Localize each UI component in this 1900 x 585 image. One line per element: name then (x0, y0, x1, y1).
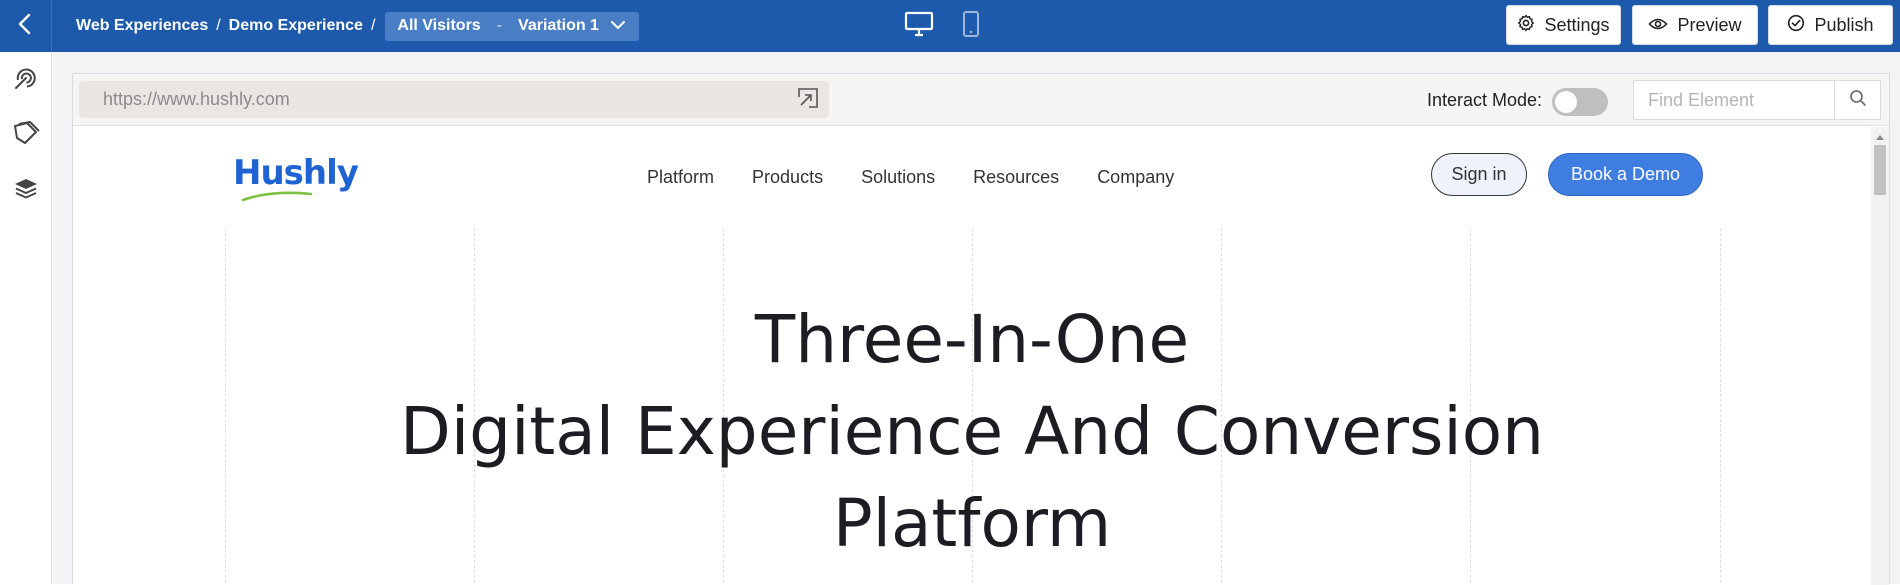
hero-line: Three-In-One (754, 301, 1190, 378)
chevron-left-icon (16, 13, 36, 40)
breadcrumb-demo-experience[interactable]: Demo Experience (229, 17, 363, 35)
eye-icon (1648, 15, 1669, 36)
left-rail (0, 52, 52, 584)
site-nav-item-resources[interactable]: Resources (973, 167, 1059, 188)
book-demo-button[interactable]: Book a Demo (1548, 153, 1703, 196)
site-nav-item-solutions[interactable]: Solutions (861, 167, 935, 188)
toggle-knob (1555, 91, 1577, 113)
url-toolbar: https://www.hushly.com Interact Mode: (73, 74, 1889, 126)
variant-select[interactable]: All Visitors - Variation 1 (385, 11, 639, 41)
gear-icon (1517, 14, 1535, 37)
variant-dash: - (496, 17, 503, 34)
publish-button[interactable]: Publish (1768, 5, 1893, 45)
hero-line: Platform (832, 485, 1112, 562)
site-logo[interactable]: Hushly (233, 153, 359, 193)
chevron-down-icon (599, 17, 625, 35)
interact-mode-toggle[interactable] (1552, 88, 1608, 116)
tags-icon (12, 120, 40, 151)
find-element-box (1633, 80, 1881, 120)
site-preview: Hushly Platform Products Solutions Resou… (73, 127, 1871, 585)
logo-swoosh-icon (241, 189, 313, 207)
open-url-button[interactable] (795, 87, 821, 113)
mobile-view-button[interactable] (956, 0, 986, 52)
search-icon (1849, 89, 1867, 112)
breadcrumb-web-experiences[interactable]: Web Experiences (76, 17, 208, 35)
breadcrumb-separator: / (370, 17, 376, 34)
sign-in-button[interactable]: Sign in (1431, 153, 1527, 196)
variant-variation: Variation 1 (518, 17, 599, 34)
layers-button[interactable] (0, 171, 52, 211)
site-nav: Platform Products Solutions Resources Co… (647, 167, 1174, 188)
variant-audience: All Visitors (397, 17, 481, 34)
top-bar: Web Experiences / Demo Experience / All … (0, 0, 1900, 52)
find-element-button[interactable] (1834, 81, 1880, 119)
mobile-icon (962, 10, 980, 43)
preview-label: Preview (1677, 14, 1742, 35)
targeting-button[interactable] (0, 60, 52, 100)
breadcrumb: Web Experiences / Demo Experience / All … (76, 0, 639, 52)
tags-button[interactable] (0, 115, 52, 155)
site-nav-item-company[interactable]: Company (1097, 167, 1174, 188)
hero-heading: Three-In-One Digital Experience And Conv… (73, 294, 1871, 570)
settings-label: Settings (1544, 14, 1610, 35)
back-button[interactable] (0, 0, 52, 52)
interact-mode-label: Interact Mode: (1427, 89, 1543, 110)
preview-frame: https://www.hushly.com Interact Mode: Fi… (72, 73, 1890, 585)
breadcrumb-separator: / (216, 17, 221, 34)
preview-button[interactable]: Preview (1632, 5, 1758, 45)
url-field[interactable]: https://www.hushly.com (79, 81, 829, 118)
desktop-view-button[interactable] (900, 0, 938, 52)
url-text: https://www.hushly.com (103, 89, 290, 109)
site-nav-item-platform[interactable]: Platform (647, 167, 714, 188)
open-external-icon (797, 87, 819, 114)
check-circle-icon (1787, 14, 1805, 37)
preview-scrollbar[interactable] (1871, 127, 1889, 585)
desktop-icon (904, 11, 934, 42)
scroll-up-arrow[interactable] (1871, 131, 1889, 143)
layers-icon (13, 177, 39, 206)
hero-line: Digital Experience And Conversion (400, 393, 1544, 470)
publish-label: Publish (1814, 14, 1874, 35)
scroll-thumb[interactable] (1874, 145, 1886, 195)
targeting-icon (13, 65, 39, 96)
site-nav-item-products[interactable]: Products (752, 167, 823, 188)
settings-button[interactable]: Settings (1506, 5, 1621, 45)
find-element-input[interactable] (1634, 81, 1832, 119)
